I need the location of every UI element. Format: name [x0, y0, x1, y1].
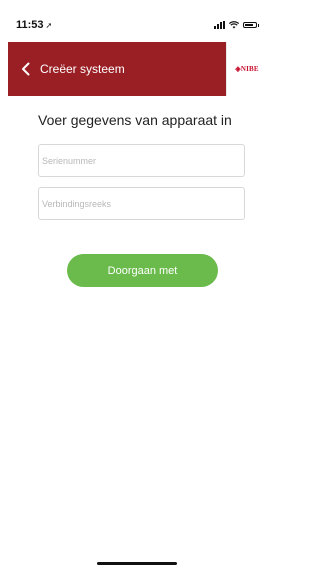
page-title: Voer gegevens van apparaat in	[38, 112, 232, 128]
logo-text: ◈NIBE	[235, 65, 259, 73]
signal-icon	[214, 21, 225, 29]
wifi-icon	[229, 21, 239, 29]
app-header: Creëer systeem ◈NIBE	[8, 42, 267, 96]
continue-button[interactable]: Doorgaan met	[67, 254, 218, 287]
chevron-left-icon	[22, 62, 30, 76]
nibe-logo: ◈NIBE	[226, 42, 267, 96]
connection-string-field[interactable]	[38, 187, 245, 220]
back-button[interactable]: Creëer systeem	[18, 61, 125, 77]
serial-number-field[interactable]	[38, 144, 245, 177]
status-bar: 11:53 ➚	[8, 8, 267, 42]
header-title: Creëer systeem	[40, 62, 125, 76]
phone-screen: 11:53 ➚ Creëer systeem ◈NIBE Voer gegeve	[8, 8, 267, 574]
clock: 11:53	[16, 19, 44, 31]
status-icons	[214, 21, 259, 29]
battery-icon	[243, 22, 259, 28]
home-indicator	[97, 562, 177, 565]
location-icon: ➚	[45, 20, 53, 30]
status-time: 11:53 ➚	[16, 19, 52, 31]
